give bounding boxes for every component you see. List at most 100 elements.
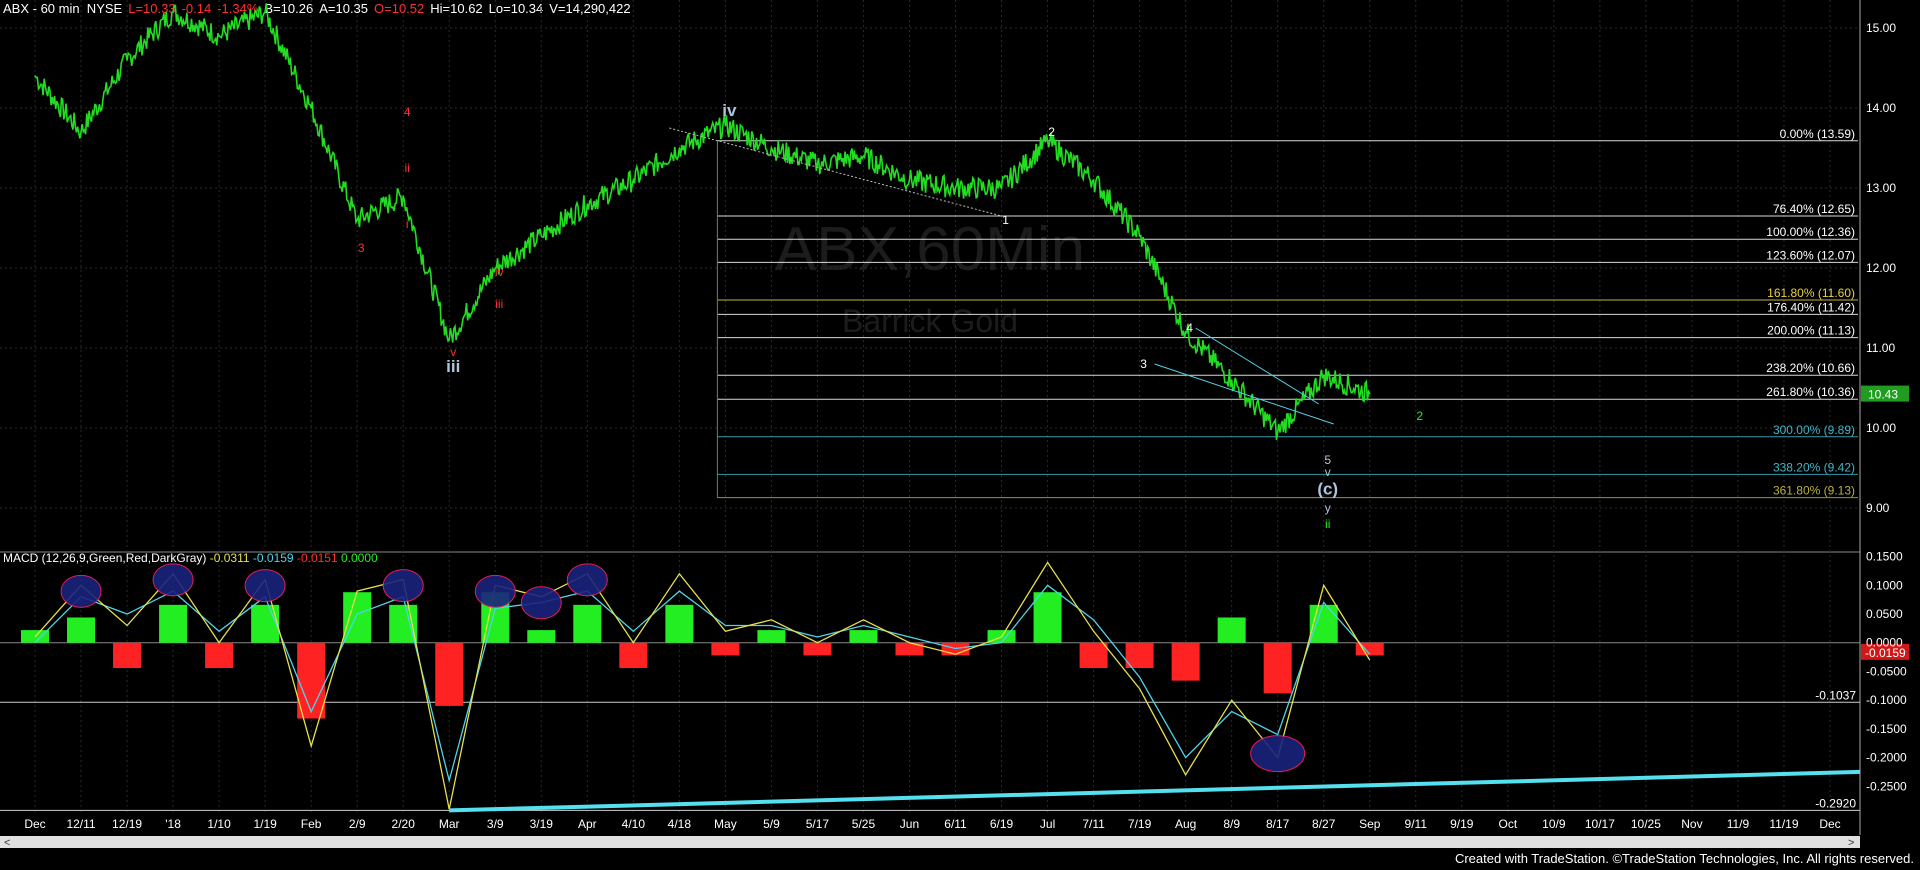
fib-level-label: 338.20% (9.42) [1773, 460, 1855, 474]
x-tick-label: Nov [1681, 817, 1702, 831]
wave-label: iii [495, 297, 503, 311]
wedge-lower-line [1154, 363, 1334, 425]
price-point [1230, 379, 1233, 381]
price-y-tick: 9.00 [1866, 501, 1890, 515]
fib-level-label: 238.20% (10.66) [1766, 361, 1855, 375]
macd-histogram-bar [297, 642, 326, 719]
wave-label: 3 [358, 241, 365, 255]
price-point [218, 35, 220, 37]
copyright-footer: Created with TradeStation. ©TradeStation… [1454, 851, 1914, 866]
price-point [80, 131, 82, 133]
macd-line [34, 561, 1371, 810]
x-tick-label: '18 [165, 817, 181, 831]
x-tick-label: 5/9 [763, 817, 780, 831]
price-point [908, 179, 911, 181]
price-point [632, 179, 635, 181]
fib-level-label: 161.80% (11.60) [1767, 286, 1855, 300]
macd-histogram-bar [435, 642, 464, 706]
macd-value: -0.0311 [209, 551, 250, 565]
price-point [1322, 374, 1325, 377]
macd-histogram-bar [665, 604, 694, 643]
macd-peak-ellipse [244, 569, 286, 603]
price-point [356, 219, 358, 221]
price-point [310, 107, 312, 109]
scroll-right-icon[interactable]: > [1848, 837, 1854, 849]
price-point [1000, 187, 1003, 189]
price-point [770, 147, 773, 149]
wave-label: v [450, 345, 456, 359]
price-point [264, 11, 266, 13]
wave-label: iv [495, 265, 504, 279]
x-tick-label: 1/19 [253, 817, 277, 831]
wave-label: (c) [1317, 479, 1338, 498]
wedge-upper-line [1195, 327, 1319, 405]
price-point [816, 163, 819, 165]
price-y-tick: 12.00 [1866, 261, 1896, 275]
watermark-symbol: ABX,60Min [775, 215, 1085, 284]
macd-histogram-bar [619, 642, 648, 669]
scroll-left-icon[interactable]: < [4, 837, 10, 849]
macd-header: MACD (12,26,9,Green,Red,DarkGray) -0.031… [3, 551, 378, 565]
fib-level-label: 361.80% (9.13) [1773, 484, 1855, 498]
macd-peak-ellipse [566, 563, 608, 597]
macd-histogram-bar [251, 604, 280, 643]
fib-level-label: 123.60% (12.07) [1766, 248, 1855, 262]
macd-reference-label: -0.1037 [1815, 688, 1856, 702]
macd-y-tick: 0.0000 [1866, 636, 1903, 650]
price-series [34, 3, 1371, 441]
x-tick-label: 9/19 [1450, 817, 1474, 831]
x-tick-label: 5/17 [806, 817, 830, 831]
wave-label: 1 [1002, 213, 1009, 227]
macd-peak-ellipse [474, 574, 516, 608]
macd-histogram-bar [527, 630, 556, 643]
x-tick-label: 12/19 [112, 817, 142, 831]
wave-label: 2 [1416, 409, 1423, 423]
price-point [1138, 235, 1141, 237]
x-tick-label: 12/11 [66, 817, 95, 831]
macd-histogram-bar [573, 604, 602, 643]
macd-y-tick: 0.1000 [1866, 578, 1903, 592]
price-point [126, 59, 128, 61]
x-tick-label: 3/9 [487, 817, 504, 831]
price-point [1276, 431, 1279, 433]
macd-y-tick: -0.2500 [1866, 779, 1907, 793]
macd-histogram-bar [1217, 617, 1246, 643]
watermark-name: Barrick Gold [842, 303, 1018, 339]
x-tick-label: Mar [439, 817, 460, 831]
macd-y-tick: -0.1000 [1866, 693, 1907, 707]
wave-label: iv [722, 101, 737, 120]
macd-peak-ellipse [382, 569, 424, 603]
x-tick-label: May [714, 817, 737, 831]
price-chart[interactable]: ABX,60Min Barrick Gold 0.00% (13.59) 76.40… [0, 0, 1920, 870]
macd-signal-line [34, 584, 1371, 784]
wave-label: 2 [1048, 125, 1055, 139]
macd-y-tick: -0.0500 [1866, 664, 1907, 678]
macd-histogram-bar [159, 604, 188, 643]
wave-label: 4 [1186, 321, 1193, 335]
price-point [678, 147, 681, 149]
x-tick-label: 7/19 [1128, 817, 1152, 831]
price-point [1092, 179, 1095, 181]
price-y-tick: 13.00 [1866, 181, 1896, 195]
macd-y-tick: -0.2000 [1866, 751, 1907, 765]
x-tick-label: Dec [24, 817, 45, 831]
x-tick-label: 8/9 [1223, 817, 1240, 831]
wave-label: v [1325, 465, 1331, 479]
price-point [172, 11, 174, 13]
price-y-tick: 14.00 [1866, 101, 1896, 115]
x-tick-label: 5/25 [852, 817, 876, 831]
wave-label: ii [1325, 517, 1330, 531]
x-tick-label: 11/19 [1769, 817, 1798, 831]
x-tick-label: Jun [900, 817, 919, 831]
x-tick-label: 10/25 [1631, 817, 1661, 831]
fib-level-label: 176.40% (11.42) [1767, 300, 1855, 314]
price-point [448, 339, 451, 341]
x-tick-label: 10/9 [1542, 817, 1566, 831]
horizontal-scrollbar[interactable] [0, 836, 1860, 848]
macd-histogram-bar [1033, 592, 1062, 643]
fib-level-label: 261.80% (10.36) [1766, 385, 1855, 399]
macd-histogram-bar [711, 642, 740, 656]
macd-histogram-bar [205, 642, 234, 669]
fib-level-label: 76.40% (12.65) [1773, 202, 1855, 216]
x-tick-label: 9/11 [1405, 817, 1428, 831]
